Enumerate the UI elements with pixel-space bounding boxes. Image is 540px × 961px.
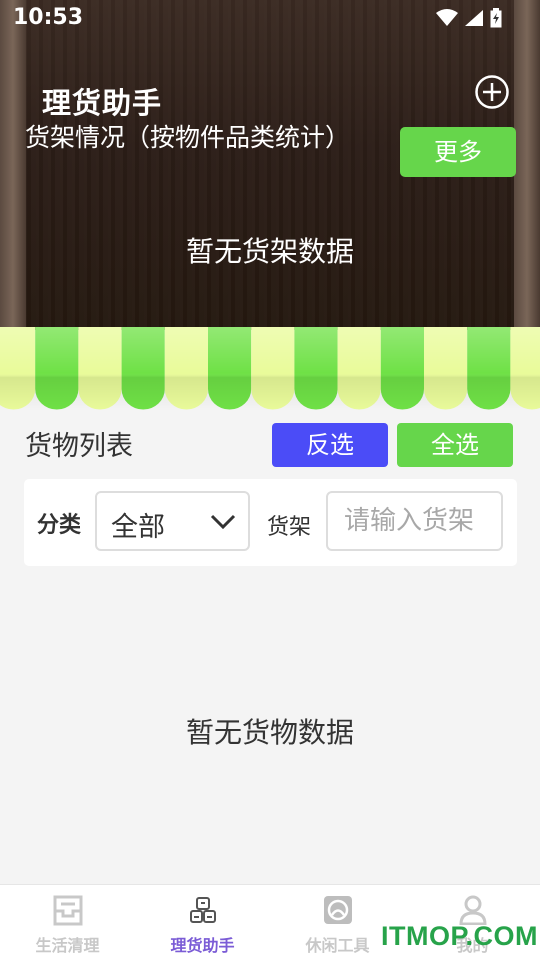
tools-icon bbox=[323, 896, 352, 924]
category-selected-value: 全部 bbox=[111, 512, 165, 543]
invert-selection-button[interactable]: 反选 bbox=[272, 423, 388, 467]
goods-list-header: 货物列表 反选 全选 bbox=[0, 411, 540, 479]
signal-icon bbox=[465, 10, 483, 26]
empty-goods-message: 暂无货物数据 bbox=[185, 716, 354, 749]
tab-stock-helper[interactable]: 理货助手 bbox=[135, 885, 270, 961]
tab-label: 理货助手 bbox=[170, 936, 235, 955]
page-title: 理货助手 bbox=[42, 86, 163, 120]
shelf-boxes-icon bbox=[189, 897, 216, 923]
plus-circle-icon[interactable] bbox=[474, 74, 510, 110]
chevron-down-icon bbox=[210, 514, 236, 530]
battery-icon bbox=[490, 8, 502, 28]
select-all-button[interactable]: 全选 bbox=[397, 423, 513, 467]
filter-card: 分类 全部 货架 bbox=[24, 479, 517, 566]
tab-life-cleanup[interactable]: 生活清理 bbox=[0, 885, 135, 961]
shelf-input[interactable] bbox=[326, 491, 503, 551]
more-button[interactable]: 更多 bbox=[400, 127, 516, 177]
watermark: ITMOP.COM bbox=[381, 921, 539, 951]
shelf-label: 货架 bbox=[267, 515, 312, 540]
category-label: 分类 bbox=[37, 513, 82, 538]
wifi-icon bbox=[436, 9, 458, 26]
awning-decoration bbox=[0, 327, 540, 411]
status-bar: 10:53 bbox=[0, 0, 540, 38]
status-icons bbox=[436, 8, 502, 28]
tab-label: 生活清理 bbox=[35, 936, 100, 955]
status-time: 10:53 bbox=[13, 5, 84, 30]
empty-shelf-message: 暂无货架数据 bbox=[185, 235, 354, 268]
inbox-icon bbox=[53, 895, 82, 926]
goods-list-title: 货物列表 bbox=[25, 431, 133, 462]
shelf-stats-title: 货架情况（按物件品类统计） bbox=[25, 123, 351, 152]
category-select[interactable]: 全部 bbox=[95, 491, 250, 551]
right-wood-post bbox=[514, 0, 540, 330]
left-wood-post bbox=[0, 0, 26, 330]
